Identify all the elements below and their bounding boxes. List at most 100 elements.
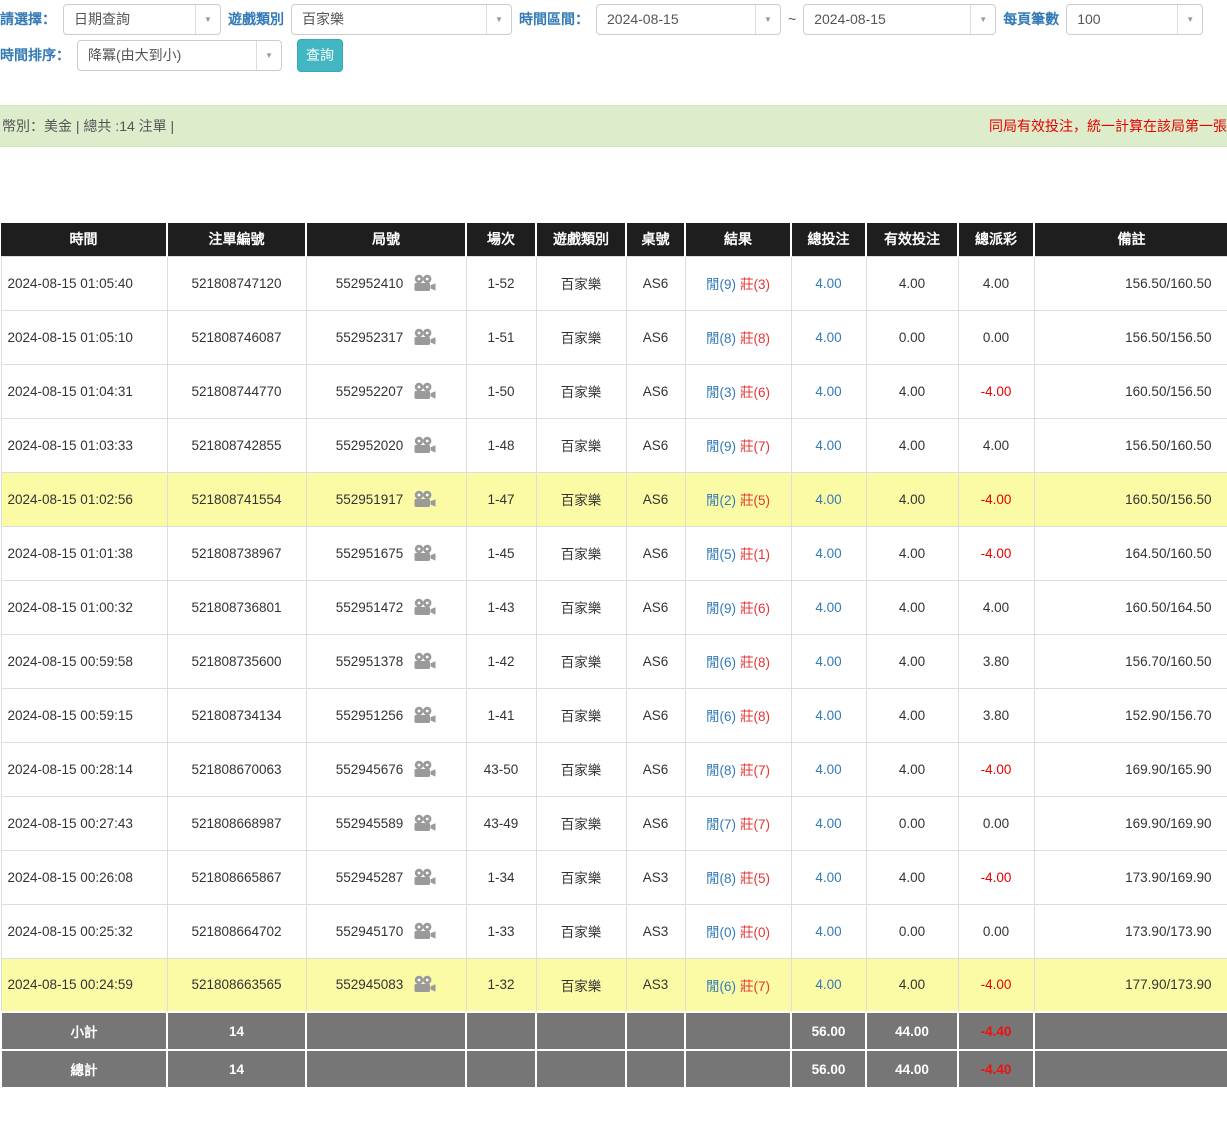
cell-game: 百家樂 <box>536 256 626 310</box>
total-bet-link[interactable]: 4.00 <box>815 492 841 507</box>
cell-valid-bet: 4.00 <box>866 256 958 310</box>
table-row: 2024-08-15 00:59:58 521808735600 5529513… <box>1 634 1227 688</box>
game-category-select[interactable]: 百家樂 ▼ <box>291 4 512 35</box>
sort-select[interactable]: 降冪(由大到小) ▼ <box>77 40 282 71</box>
video-replay-icon[interactable] <box>412 436 436 455</box>
date-from-input[interactable]: 2024-08-15 ▼ <box>596 4 781 35</box>
video-replay-icon[interactable] <box>412 328 436 347</box>
cell-game: 百家樂 <box>536 634 626 688</box>
cell-time: 2024-08-15 00:59:58 <box>1 634 167 688</box>
cell-valid-bet: 4.00 <box>866 364 958 418</box>
result-banker: 莊(0) <box>740 925 770 940</box>
video-replay-icon[interactable] <box>412 975 436 994</box>
total-bet-link[interactable]: 4.00 <box>815 384 841 399</box>
cell-table-code: AS6 <box>626 580 685 634</box>
cell-result: 閒(8)莊(7) <box>685 742 791 796</box>
game-category-value: 百家樂 <box>292 9 354 29</box>
video-replay-icon[interactable] <box>412 382 436 401</box>
total-bet-link[interactable]: 4.00 <box>815 762 841 777</box>
cell-result: 閒(2)莊(5) <box>685 472 791 526</box>
cell-time: 2024-08-15 00:27:43 <box>1 796 167 850</box>
round-wrap: 552952317 <box>336 328 437 347</box>
game-category-label: 遊戲類別 <box>228 9 284 29</box>
table-row: 2024-08-15 01:03:33 521808742855 5529520… <box>1 418 1227 472</box>
video-replay-icon[interactable] <box>412 544 436 563</box>
cell-session: 1-48 <box>466 418 536 472</box>
table-body: 2024-08-15 01:05:40 521808747120 5529524… <box>1 256 1227 1012</box>
total-bet-link[interactable]: 4.00 <box>815 816 841 831</box>
video-replay-icon[interactable] <box>412 922 436 941</box>
cell-bet-id: 521808665867 <box>167 850 306 904</box>
subtotal-row: 小計 14 56.00 44.00 -4.40 <box>1 1012 1227 1050</box>
search-button[interactable]: 查詢 <box>297 39 343 72</box>
video-replay-icon[interactable] <box>412 598 436 617</box>
total-bet-link[interactable]: 4.00 <box>815 438 841 453</box>
cell-game: 百家樂 <box>536 742 626 796</box>
round-wrap: 552945676 <box>336 760 437 779</box>
cell-total-bet: 4.00 <box>791 526 866 580</box>
cell-time: 2024-08-15 00:24:59 <box>1 958 167 1012</box>
cell-game: 百家樂 <box>536 418 626 472</box>
result-banker: 莊(3) <box>740 277 770 292</box>
cell-table-code: AS6 <box>626 364 685 418</box>
result-banker: 莊(5) <box>740 493 770 508</box>
table-row: 2024-08-15 00:59:15 521808734134 5529512… <box>1 688 1227 742</box>
cell-time: 2024-08-15 00:26:08 <box>1 850 167 904</box>
total-bet-link[interactable]: 4.00 <box>815 276 841 291</box>
cell-result: 閒(6)莊(8) <box>685 634 791 688</box>
video-replay-icon[interactable] <box>412 274 436 293</box>
total-bet-link[interactable]: 4.00 <box>815 870 841 885</box>
cell-bet-id: 521808742855 <box>167 418 306 472</box>
date-to-value: 2024-08-15 <box>804 11 896 27</box>
total-bet-link[interactable]: 4.00 <box>815 600 841 615</box>
date-to-input[interactable]: 2024-08-15 ▼ <box>803 4 996 35</box>
subtotal-payout: -4.40 <box>958 1012 1034 1050</box>
cell-time: 2024-08-15 01:00:32 <box>1 580 167 634</box>
cell-time: 2024-08-15 01:04:31 <box>1 364 167 418</box>
total-bet-link[interactable]: 4.00 <box>815 708 841 723</box>
cell-total-bet: 4.00 <box>791 472 866 526</box>
cell-payout: 3.80 <box>958 688 1034 742</box>
result-banker: 莊(8) <box>740 709 770 724</box>
video-replay-icon[interactable] <box>412 652 436 671</box>
round-wrap: 552952207 <box>336 382 437 401</box>
result-banker: 莊(8) <box>740 331 770 346</box>
cell-remark: 160.50/164.50 <box>1034 580 1227 634</box>
total-bet-link[interactable]: 4.00 <box>815 546 841 561</box>
cell-payout: 3.80 <box>958 634 1034 688</box>
total-bet-link[interactable]: 4.00 <box>815 924 841 939</box>
grand-total-total-bet: 56.00 <box>791 1050 866 1088</box>
result-banker: 莊(6) <box>740 385 770 400</box>
cell-remark: 160.50/156.50 <box>1034 364 1227 418</box>
result-player: 閒(9) <box>706 439 736 454</box>
video-replay-icon[interactable] <box>412 868 436 887</box>
result-player: 閒(6) <box>706 655 736 670</box>
cell-payout: -4.00 <box>958 364 1034 418</box>
round-number: 552952020 <box>336 438 404 453</box>
video-replay-icon[interactable] <box>412 490 436 509</box>
cell-remark: 173.90/169.90 <box>1034 850 1227 904</box>
cell-result: 閒(0)莊(0) <box>685 904 791 958</box>
page-size-select[interactable]: 100 ▼ <box>1066 4 1203 35</box>
cell-result: 閒(8)莊(8) <box>685 310 791 364</box>
result-player: 閒(8) <box>706 871 736 886</box>
query-type-select[interactable]: 日期查詢 ▼ <box>63 4 221 35</box>
cell-round: 552951675 <box>306 526 466 580</box>
round-wrap: 552952020 <box>336 436 437 455</box>
cell-payout: -4.00 <box>958 526 1034 580</box>
round-number: 552945287 <box>336 870 404 885</box>
cell-time: 2024-08-15 00:25:32 <box>1 904 167 958</box>
total-bet-link[interactable]: 4.00 <box>815 330 841 345</box>
cell-valid-bet: 4.00 <box>866 418 958 472</box>
total-bet-link[interactable]: 4.00 <box>815 654 841 669</box>
chevron-down-icon: ▼ <box>195 5 220 34</box>
cell-bet-id: 521808735600 <box>167 634 306 688</box>
video-replay-icon[interactable] <box>412 760 436 779</box>
table-row: 2024-08-15 01:02:56 521808741554 5529519… <box>1 472 1227 526</box>
video-replay-icon[interactable] <box>412 814 436 833</box>
footer-empty-cell <box>306 1050 466 1088</box>
footer-empty-cell <box>536 1012 626 1050</box>
result-banker: 莊(1) <box>740 547 770 562</box>
video-replay-icon[interactable] <box>412 706 436 725</box>
total-bet-link[interactable]: 4.00 <box>815 977 841 992</box>
